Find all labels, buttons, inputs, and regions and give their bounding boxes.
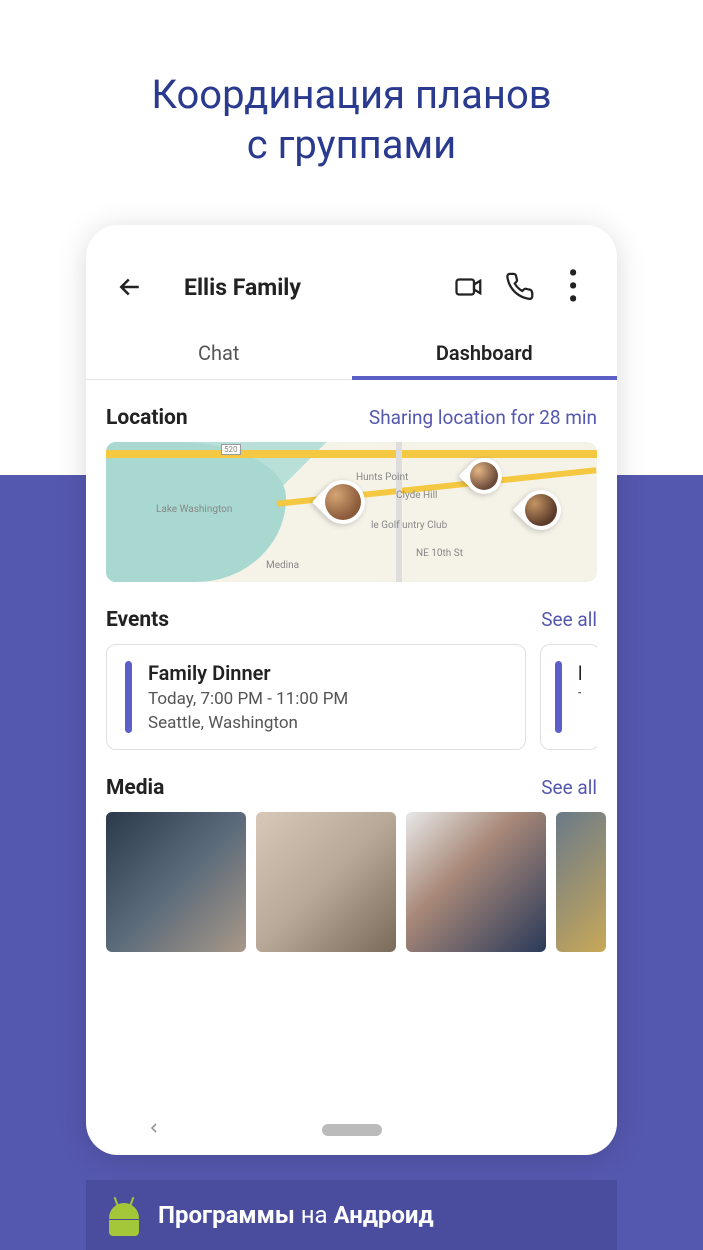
more-options-button[interactable]: •••	[553, 267, 593, 307]
banner-word3: Андроид	[334, 1201, 434, 1229]
map-road	[396, 442, 402, 582]
system-back-button[interactable]	[146, 1120, 162, 1140]
back-button[interactable]	[110, 267, 150, 307]
media-list[interactable]	[86, 812, 617, 952]
tab-chat[interactable]: Chat	[86, 325, 352, 379]
event-accent-bar	[555, 661, 562, 733]
map-label-lake: Lake Washington	[156, 504, 232, 515]
media-section: Media See all	[86, 750, 617, 800]
media-see-all[interactable]: See all	[541, 776, 597, 799]
event-location: Seattle, Washington	[148, 713, 507, 733]
promo-banner[interactable]: Программы на Андроид	[86, 1180, 617, 1250]
promo-line2: с группами	[247, 121, 457, 168]
map-label-medina: Medina	[266, 560, 299, 571]
media-thumbnail[interactable]	[406, 812, 546, 952]
banner-text: Программы на Андроид	[158, 1201, 434, 1229]
map-pin-user3[interactable]	[513, 482, 570, 539]
event-title: Family Dinner	[148, 661, 507, 685]
banner-word1: Программы	[158, 1201, 295, 1229]
avatar	[525, 494, 557, 526]
avatar	[325, 484, 361, 520]
event-title: M	[578, 661, 581, 685]
map-pin-user2[interactable]	[459, 451, 510, 502]
location-title: Location	[106, 406, 188, 430]
video-call-button[interactable]	[449, 267, 489, 307]
phone-icon	[506, 272, 536, 302]
media-thumbnail[interactable]	[256, 812, 396, 952]
map-label-golf: le Golf untry Club	[371, 520, 447, 531]
back-arrow-icon	[115, 272, 145, 302]
map-label-hwy: 520	[221, 444, 241, 455]
events-list[interactable]: Family Dinner Today, 7:00 PM - 11:00 PM …	[106, 644, 597, 750]
more-vertical-icon: •••	[568, 268, 577, 307]
system-home-button[interactable]	[322, 1124, 382, 1136]
phone-frame: Ellis Family ••• Chat Dashboard Location…	[86, 225, 617, 1155]
tab-bar: Chat Dashboard	[86, 325, 617, 380]
android-icon	[106, 1195, 142, 1235]
event-card[interactable]: M To	[540, 644, 597, 750]
event-time: Today, 7:00 PM - 11:00 PM	[148, 689, 507, 709]
chevron-left-icon	[146, 1120, 162, 1136]
app-bar: Ellis Family •••	[86, 225, 617, 325]
banner-word2: на	[295, 1201, 334, 1229]
event-accent-bar	[125, 661, 132, 733]
map-label-clyde: Clyde Hill	[396, 490, 437, 501]
event-time: To	[578, 689, 581, 709]
location-status[interactable]: Sharing location for 28 min	[369, 406, 597, 429]
promo-line1: Координация планов	[151, 71, 551, 118]
map-label-ne10: NE 10th St	[416, 548, 463, 559]
promo-title: Координация планов с группами	[0, 70, 703, 170]
media-title: Media	[106, 776, 164, 800]
event-card[interactable]: Family Dinner Today, 7:00 PM - 11:00 PM …	[106, 644, 526, 750]
system-nav-bar	[86, 1105, 617, 1155]
location-section: Location Sharing location for 28 min Lak…	[86, 380, 617, 582]
media-thumbnail[interactable]	[106, 812, 246, 952]
avatar	[470, 462, 498, 490]
chat-title[interactable]: Ellis Family	[184, 274, 437, 301]
events-see-all[interactable]: See all	[541, 608, 597, 631]
map-label-hunts: Hunts Point	[356, 472, 408, 483]
map-road	[106, 450, 597, 458]
audio-call-button[interactable]	[501, 267, 541, 307]
video-icon	[454, 272, 484, 302]
events-section: Events See all Family Dinner Today, 7:00…	[86, 582, 617, 750]
location-map[interactable]: Lake Washington Medina Hunts Point Clyde…	[106, 442, 597, 582]
tab-dashboard[interactable]: Dashboard	[352, 325, 618, 379]
media-thumbnail[interactable]	[556, 812, 606, 952]
events-title: Events	[106, 608, 169, 632]
